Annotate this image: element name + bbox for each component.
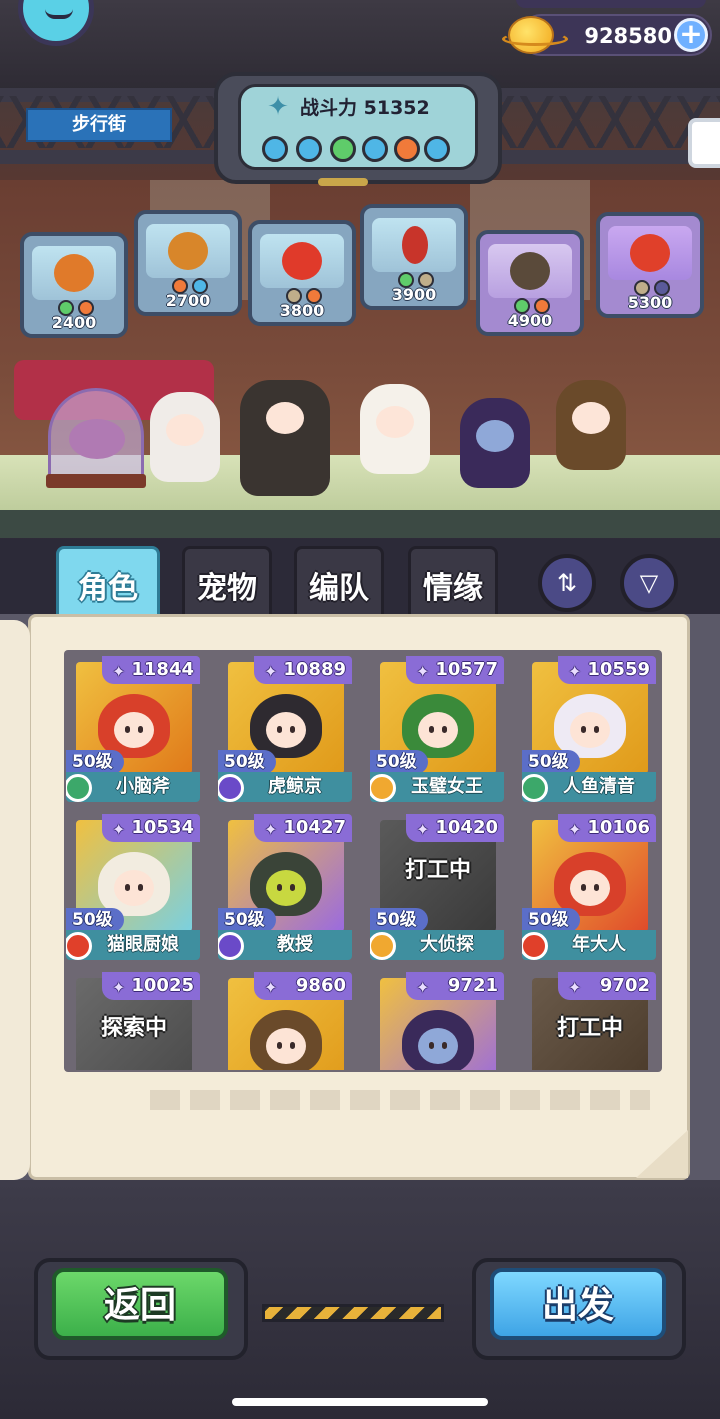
capsule-cost: 2400 xyxy=(51,313,97,332)
capsule-cost: 3900 xyxy=(391,285,437,304)
capsule[interactable]: 2400 xyxy=(20,232,128,338)
capsule-cost: 3800 xyxy=(279,301,325,320)
capsule-item xyxy=(168,232,208,270)
add-currency-button[interactable]: + xyxy=(674,18,708,52)
rocket-icon: ✦ xyxy=(267,92,289,122)
back-button[interactable]: 返回 xyxy=(52,1268,228,1340)
capsule-item xyxy=(282,242,322,280)
character-card[interactable]: ✦ 10889 50级 虎鲸京 xyxy=(218,656,352,802)
level-badge: 50级 xyxy=(218,750,276,774)
clip-icon[interactable] xyxy=(688,118,720,168)
character-card[interactable]: ✦ 10534 50级 猫眼厨娘 xyxy=(66,814,200,960)
character-card[interactable]: ✦ 9721 xyxy=(370,972,504,1070)
filter-button[interactable]: ▽ xyxy=(620,554,678,612)
capsule[interactable]: 3900 xyxy=(360,204,468,310)
planet-coin-icon xyxy=(502,16,568,54)
status-label: 打工中 xyxy=(556,1016,623,1041)
capsule-cost: 2700 xyxy=(165,291,211,310)
hero-sprite[interactable] xyxy=(460,398,530,488)
character-card[interactable]: ✦ 10427 50级 教授 xyxy=(218,814,352,960)
leaf-icon xyxy=(330,136,356,162)
capsule-item xyxy=(630,234,670,272)
capsule[interactable]: 3800 xyxy=(248,220,356,326)
tab-bonds[interactable]: 情缘 xyxy=(408,546,498,618)
stage-edge xyxy=(0,510,720,538)
character-card[interactable]: 打工中 ✦ 9702 xyxy=(522,972,656,1070)
power-tag: ✦ 9721 xyxy=(406,972,504,1000)
hero-sprite[interactable] xyxy=(360,384,430,474)
water-icon xyxy=(424,136,450,162)
brain-jar[interactable] xyxy=(48,388,144,480)
hero-sprite[interactable] xyxy=(150,392,220,482)
water-icon xyxy=(296,136,322,162)
tab-label: 角色 xyxy=(78,571,138,606)
go-button[interactable]: 出发 xyxy=(490,1268,666,1340)
hero-sprite[interactable] xyxy=(240,380,330,496)
tab-pets[interactable]: 宠物 xyxy=(182,546,272,618)
capsule-cost: 4900 xyxy=(507,311,553,330)
capsule-item xyxy=(402,226,428,264)
power-tag: ✦ 10427 xyxy=(254,814,352,842)
capsule[interactable]: 2700 xyxy=(134,210,242,316)
water-icon xyxy=(362,136,388,162)
power-label: 战斗力 xyxy=(300,97,358,119)
capsule-item xyxy=(510,252,550,290)
level-badge: 50级 xyxy=(522,750,580,774)
brain-jar-base xyxy=(46,474,146,488)
power-tag: ✦ 9702 xyxy=(558,972,656,1000)
character-card[interactable]: ✦ 10106 50级 年大人 xyxy=(522,814,656,960)
power-tag: ✦ 10559 xyxy=(558,656,656,684)
home-indicator[interactable] xyxy=(232,1398,488,1406)
capsule[interactable]: 4900 xyxy=(476,230,584,336)
character-card[interactable]: 打工中 ✦ 10420 50级 大侦探 xyxy=(370,814,504,960)
power-display: 战斗力 51352 xyxy=(300,92,450,124)
tab-characters[interactable]: 角色 xyxy=(56,546,160,618)
capsule-item xyxy=(54,254,94,292)
power-tag: ✦ 10106 xyxy=(558,814,656,842)
level-badge: 50级 xyxy=(370,908,428,932)
tab-label: 情缘 xyxy=(423,571,483,606)
tab-label: 宠物 xyxy=(197,571,257,606)
top-resource-bar xyxy=(516,0,706,8)
status-label: 打工中 xyxy=(404,858,471,883)
power-tag: ✦ 10420 xyxy=(406,814,504,842)
book-spine xyxy=(0,620,30,1180)
sort-button[interactable]: ⇅ xyxy=(538,554,596,612)
power-tag: ✦ 9860 xyxy=(254,972,352,1000)
tab-formation[interactable]: 编队 xyxy=(294,546,384,618)
character-card[interactable]: ✦ 9860 xyxy=(218,972,352,1070)
level-badge: 50级 xyxy=(66,908,124,932)
power-tag: ✦ 10025 xyxy=(102,972,200,1000)
level-badge: 50级 xyxy=(370,750,428,774)
power-value: 51352 xyxy=(363,97,430,119)
fire-icon xyxy=(394,136,420,162)
currency-value: 928580 xyxy=(584,24,672,48)
level-badge: 50级 xyxy=(522,908,580,932)
level-badge: 50级 xyxy=(66,750,124,774)
game-screen: { "header": { "location": "步行街", "curren… xyxy=(0,0,720,1419)
character-card[interactable]: 探索中 ✦ 10025 xyxy=(66,972,200,1070)
character-card[interactable]: ✦ 11844 50级 小脑斧 xyxy=(66,656,200,802)
character-card[interactable]: ✦ 10577 50级 玉璧女王 xyxy=(370,656,504,802)
power-tag: ✦ 10577 xyxy=(406,656,504,684)
hazard-stripe xyxy=(262,1304,444,1322)
water-icon xyxy=(262,136,288,162)
capsule-cost: 5300 xyxy=(627,293,673,312)
tab-label: 编队 xyxy=(309,571,369,606)
capsule[interactable]: 5300 xyxy=(596,212,704,318)
panel-light xyxy=(318,178,368,186)
power-tag: ✦ 10534 xyxy=(102,814,200,842)
power-tag: ✦ 10889 xyxy=(254,656,352,684)
blurred-text xyxy=(150,1090,650,1110)
power-tag: ✦ 11844 xyxy=(102,656,200,684)
hero-sprite[interactable] xyxy=(556,380,626,470)
level-badge: 50级 xyxy=(218,908,276,932)
status-label: 探索中 xyxy=(100,1016,167,1041)
location-label[interactable]: 步行街 xyxy=(26,108,172,142)
character-card[interactable]: ✦ 10559 50级 人鱼清音 xyxy=(522,656,656,802)
